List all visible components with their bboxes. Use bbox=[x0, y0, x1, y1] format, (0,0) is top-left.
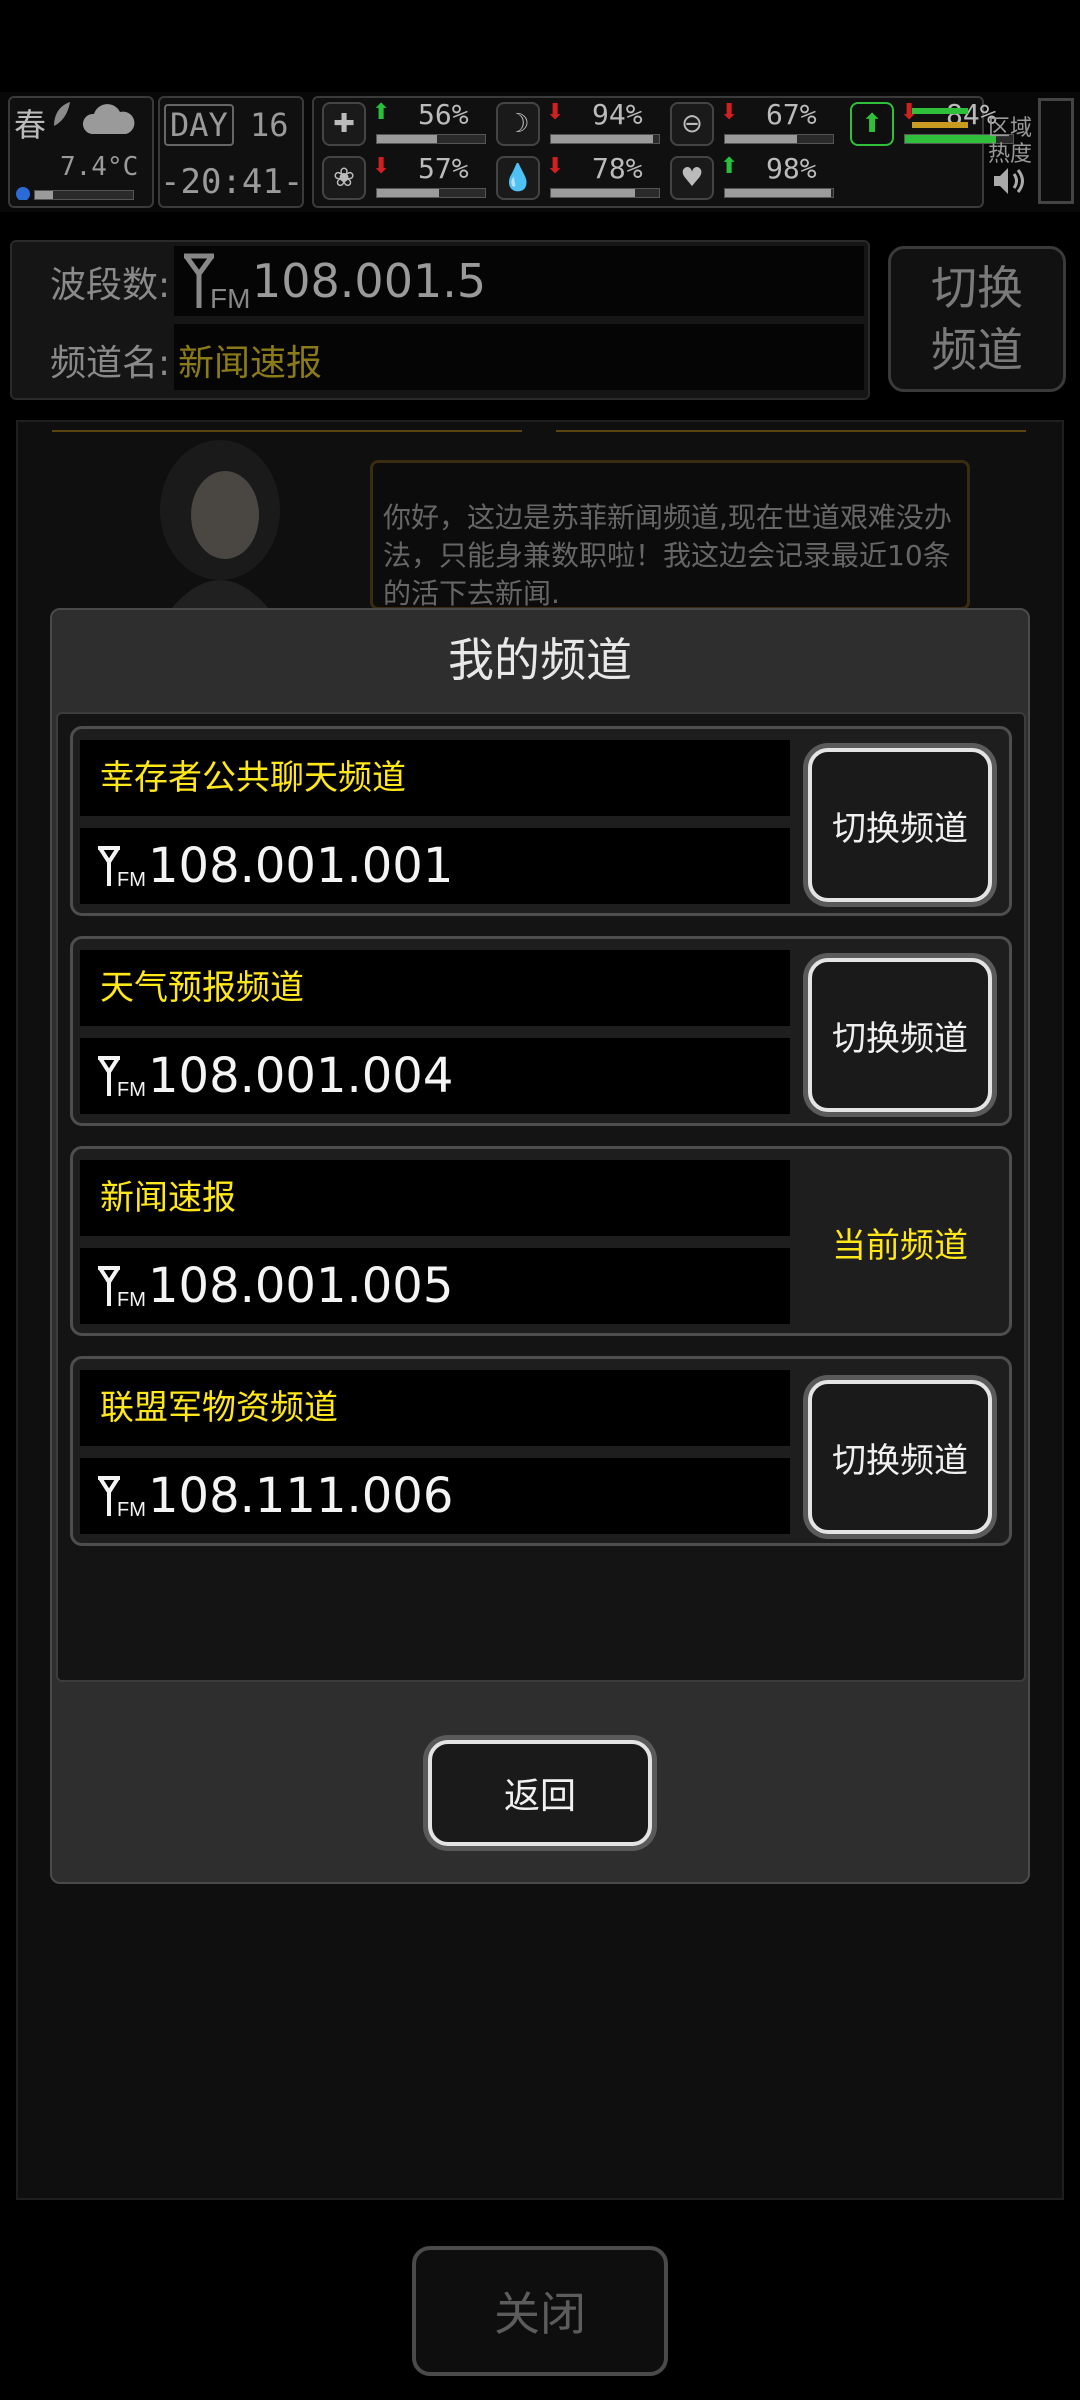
stat-value: 57% bbox=[418, 152, 469, 185]
svg-text:FM: FM bbox=[117, 1499, 146, 1520]
band-label: 波段数: bbox=[50, 265, 171, 306]
temperature-readout: 7.4°C bbox=[60, 152, 139, 182]
channel-name: 新闻速报 bbox=[178, 343, 323, 384]
trend-down-icon: ⬇ bbox=[546, 100, 565, 125]
stat-value: 67% bbox=[766, 98, 817, 131]
fm-antenna-icon: FM bbox=[96, 842, 146, 890]
channel-freq-value: 108.001.001 bbox=[148, 838, 454, 894]
stat-bar bbox=[550, 134, 660, 144]
sophie-avatar bbox=[130, 430, 310, 610]
speaker-icon[interactable] bbox=[990, 164, 1026, 198]
stamina-stripe bbox=[912, 108, 968, 114]
trend-down-icon: ⬇ bbox=[720, 100, 739, 125]
trend-down-icon: ⬇ bbox=[372, 154, 391, 179]
channel-card-frequency: FM 108.111.006 bbox=[80, 1458, 790, 1534]
switch-channel-button[interactable]: 切换频道 bbox=[808, 1380, 992, 1534]
fm-antenna-icon: FM bbox=[96, 1052, 146, 1100]
svg-text:FM: FM bbox=[210, 283, 250, 312]
brain-icon: ❀ bbox=[322, 156, 366, 200]
fm-antenna-icon: FM bbox=[96, 1472, 146, 1520]
trend-up-icon: ⬆ bbox=[372, 100, 391, 125]
fm-antenna-icon: FM bbox=[96, 1262, 146, 1310]
stat-bar bbox=[724, 134, 834, 144]
stat-bar bbox=[376, 188, 486, 198]
divider-right bbox=[556, 430, 1026, 432]
stat-bar bbox=[550, 188, 660, 198]
channel-card-frequency: FM 108.001.001 bbox=[80, 828, 790, 904]
bladder-icon: ⊖ bbox=[670, 102, 714, 146]
stat-bar bbox=[376, 134, 486, 144]
switch-label-1: 切换 bbox=[931, 261, 1023, 315]
close-button[interactable]: 关闭 bbox=[412, 2246, 668, 2376]
trend-down-icon: ⬇ bbox=[546, 154, 565, 179]
stat-value: 78% bbox=[592, 152, 643, 185]
svg-text:FM: FM bbox=[117, 869, 146, 890]
fm-antenna-icon: FM bbox=[180, 252, 250, 314]
speech-bubble: 你好，这边是苏菲新闻频道,现在世道艰难没办法，只能身兼数职啦！我这边会记录最近1… bbox=[370, 460, 970, 610]
band-value: 108.001.5 bbox=[252, 254, 487, 308]
clock-readout: -20:41- bbox=[160, 162, 304, 202]
channel-card-frequency: FM 108.001.004 bbox=[80, 1038, 790, 1114]
heart-icon: ♥ bbox=[670, 156, 714, 200]
trend-up-icon: ⬆ bbox=[720, 154, 739, 179]
channel-card-name: 天气预报频道 bbox=[80, 950, 790, 1026]
back-button[interactable]: 返回 bbox=[428, 1740, 652, 1846]
channel-card-name: 幸存者公共聊天频道 bbox=[80, 740, 790, 816]
current-channel-label: 当前频道 bbox=[832, 1225, 968, 1266]
switch-channel-top-button[interactable]: 切换 频道 bbox=[888, 246, 1066, 392]
svg-text:FM: FM bbox=[117, 1289, 146, 1310]
stat-value: 56% bbox=[418, 98, 469, 131]
svg-text:FM: FM bbox=[117, 1079, 146, 1100]
channel-card-name: 联盟军物资频道 bbox=[80, 1370, 790, 1446]
medkit-icon: ✚ bbox=[322, 102, 366, 146]
channel-freq-value: 108.001.004 bbox=[148, 1048, 454, 1104]
day-label: DAY bbox=[164, 104, 234, 146]
stomach-icon: ☽ bbox=[496, 102, 540, 146]
cloud-icon bbox=[80, 100, 136, 140]
leaf-icon bbox=[50, 100, 72, 130]
stat-value: 94% bbox=[592, 98, 643, 131]
switch-channel-button[interactable]: 切换频道 bbox=[808, 748, 992, 902]
stamina-icon: ⬆ bbox=[850, 102, 894, 146]
stamina-stripe bbox=[912, 122, 968, 128]
channel-label: 频道名: bbox=[50, 343, 171, 384]
temperature-bar bbox=[34, 190, 134, 200]
day-value: 16 bbox=[250, 106, 289, 144]
channel-freq-value: 108.001.005 bbox=[148, 1258, 454, 1314]
region-heat-meter bbox=[1038, 98, 1074, 204]
stamina-stripe bbox=[912, 136, 968, 142]
switch-channel-button[interactable]: 切换频道 bbox=[808, 958, 992, 1112]
stat-bar bbox=[724, 188, 834, 198]
season-label: 春 bbox=[14, 106, 47, 144]
channel-freq-value: 108.111.006 bbox=[148, 1468, 454, 1524]
modal-title: 我的频道 bbox=[448, 633, 632, 687]
thermometer-icon bbox=[12, 184, 34, 201]
water-drop-icon: 💧 bbox=[496, 156, 540, 200]
switch-label-2: 频道 bbox=[931, 323, 1023, 377]
channel-card-name: 新闻速报 bbox=[80, 1160, 790, 1236]
stat-value: 98% bbox=[766, 152, 817, 185]
channel-card-frequency: FM 108.001.005 bbox=[80, 1248, 790, 1324]
